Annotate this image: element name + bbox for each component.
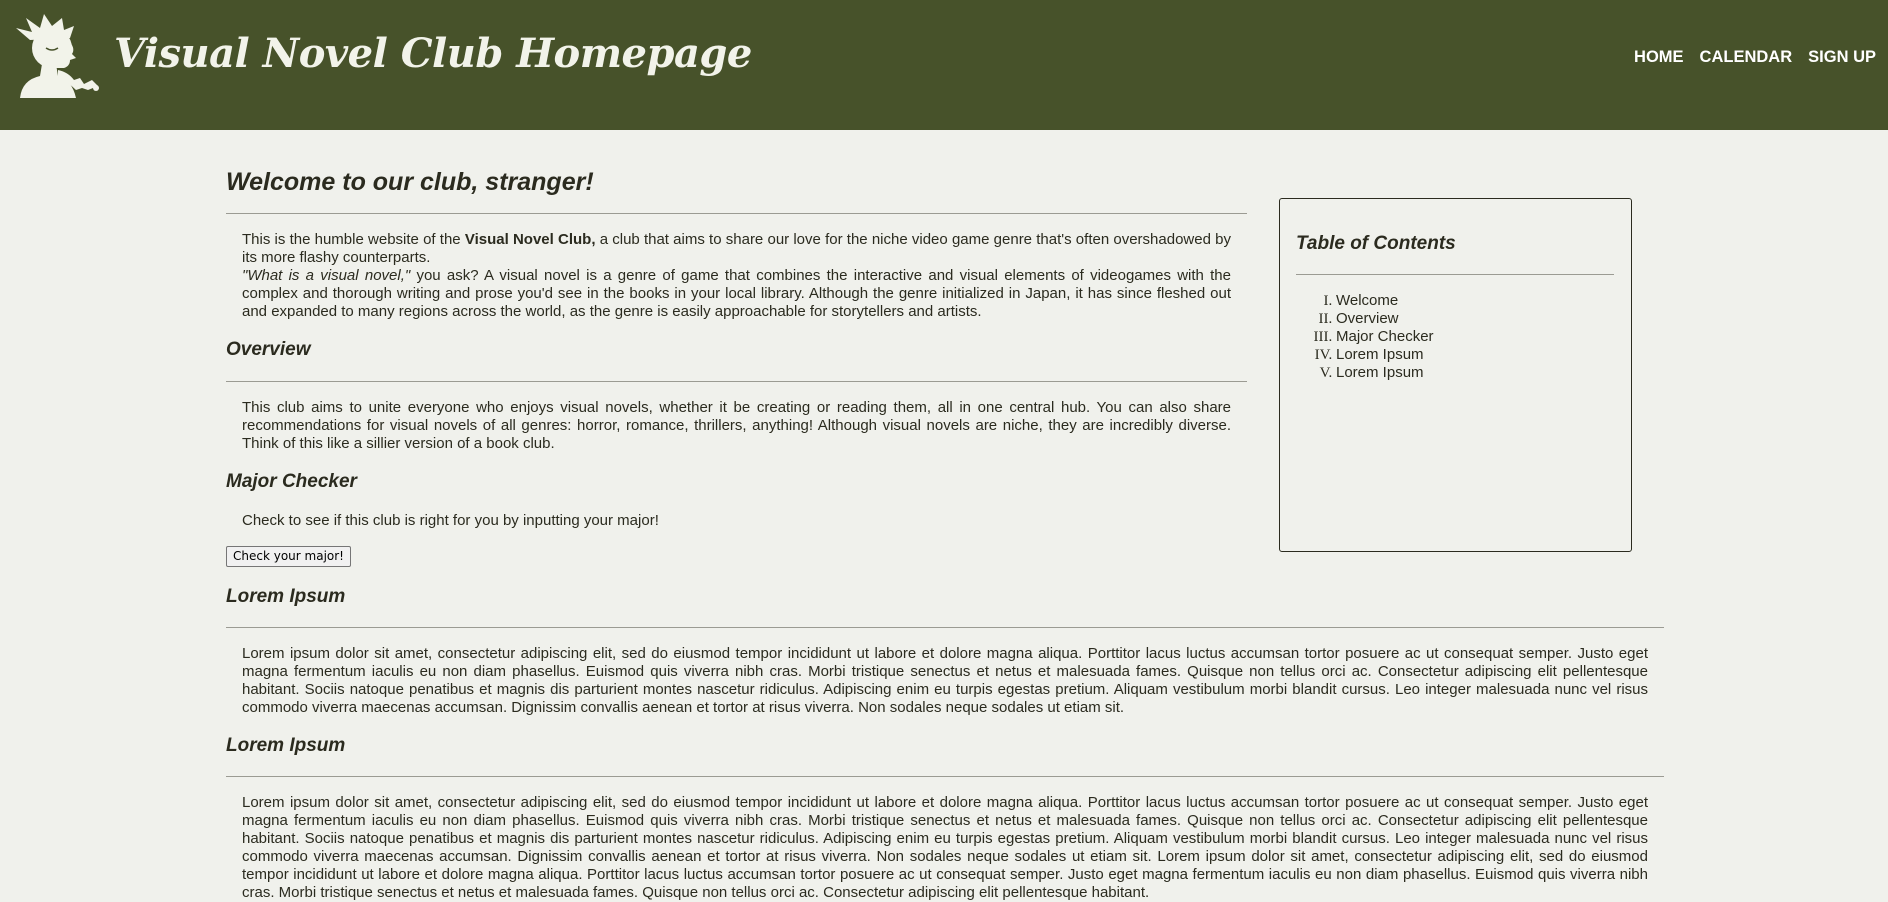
divider — [226, 213, 1247, 214]
check-major-button[interactable]: Check your major! — [226, 546, 351, 567]
girl-silhouette-icon — [16, 14, 99, 98]
welcome-text-1: This is the humble website of the — [242, 231, 465, 248]
lorem-ipsum-paragraph-2: Lorem ipsum dolor sit amet, consectetur … — [242, 794, 1648, 901]
toc-list: Welcome Overview Major Checker Lorem Ips… — [1296, 292, 1434, 382]
club-name: Visual Novel Club, — [464, 231, 596, 248]
nav-calendar[interactable]: CALENDAR — [1700, 48, 1793, 67]
overview-heading: Overview — [226, 339, 311, 360]
welcome-paragraph: This is the humble website of the Visual… — [226, 231, 1247, 321]
lorem-ipsum-heading-1: Lorem Ipsum — [226, 586, 346, 607]
main-nav: HOME CALENDAR SIGN UP — [1634, 48, 1876, 67]
toc-item-overview[interactable]: Overview — [1336, 310, 1434, 328]
major-checker-text: Check to see if this club is right for y… — [242, 512, 659, 529]
divider — [226, 776, 1664, 777]
divider — [226, 381, 1247, 382]
nav-home[interactable]: HOME — [1634, 48, 1684, 67]
lorem-ipsum-paragraph-1: Lorem ipsum dolor sit amet, consectetur … — [242, 645, 1648, 716]
toc-item-welcome[interactable]: Welcome — [1336, 292, 1434, 310]
lorem-ipsum-heading-2: Lorem Ipsum — [226, 735, 346, 756]
question-quote: "What is a visual novel," — [242, 267, 411, 284]
toc-heading: Table of Contents — [1296, 233, 1456, 254]
overview-paragraph: This club aims to unite everyone who enj… — [242, 399, 1231, 452]
table-of-contents: Table of Contents Welcome Overview Major… — [1279, 198, 1632, 552]
toc-item-lorem-ipsum-2[interactable]: Lorem Ipsum — [1336, 364, 1434, 382]
nav-sign-up[interactable]: SIGN UP — [1808, 48, 1876, 67]
site-title: Visual Novel Club Homepage — [114, 30, 752, 77]
toc-item-major-checker[interactable]: Major Checker — [1336, 328, 1434, 346]
welcome-heading: Welcome to our club, stranger! — [226, 168, 594, 196]
major-checker-heading: Major Checker — [226, 471, 357, 492]
toc-item-lorem-ipsum-1[interactable]: Lorem Ipsum — [1336, 346, 1434, 364]
divider — [1296, 274, 1614, 275]
site-header: Visual Novel Club Homepage HOME CALENDAR… — [0, 0, 1888, 130]
divider — [226, 627, 1664, 628]
